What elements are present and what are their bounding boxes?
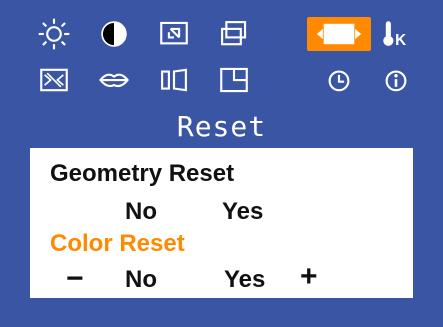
geometry-reset-label[interactable]: Geometry Reset: [50, 160, 234, 188]
geometry-reset-yes[interactable]: Yes: [222, 198, 263, 226]
image-setup-icon[interactable]: [33, 63, 75, 97]
information-icon[interactable]: [375, 63, 417, 97]
svg-text:K: K: [395, 32, 406, 49]
clock-icon[interactable]: [318, 63, 360, 97]
color-reset-no[interactable]: No: [125, 266, 157, 294]
osd-screen: K Reset Geometry Reset No Yes Color Rese…: [0, 0, 443, 327]
geometry-icon[interactable]: [153, 63, 195, 97]
decrease-icon[interactable]: −: [66, 264, 84, 294]
color-reset-yes[interactable]: Yes: [224, 266, 265, 294]
osd-position-icon[interactable]: [213, 63, 255, 97]
increase-icon[interactable]: +: [300, 262, 318, 292]
size-icon[interactable]: [213, 17, 255, 51]
language-icon[interactable]: [93, 63, 135, 97]
position-icon[interactable]: [153, 17, 195, 51]
geometry-reset-no[interactable]: No: [125, 198, 157, 226]
color-reset-label[interactable]: Color Reset: [50, 230, 185, 258]
contrast-icon[interactable]: [93, 17, 135, 51]
brightness-icon[interactable]: [33, 17, 75, 51]
menu-title: Reset: [176, 110, 267, 143]
color-temperature-icon[interactable]: K: [375, 17, 417, 51]
reset-icon[interactable]: [307, 17, 371, 51]
reset-panel: Geometry Reset No Yes Color Reset − No Y…: [30, 148, 413, 298]
